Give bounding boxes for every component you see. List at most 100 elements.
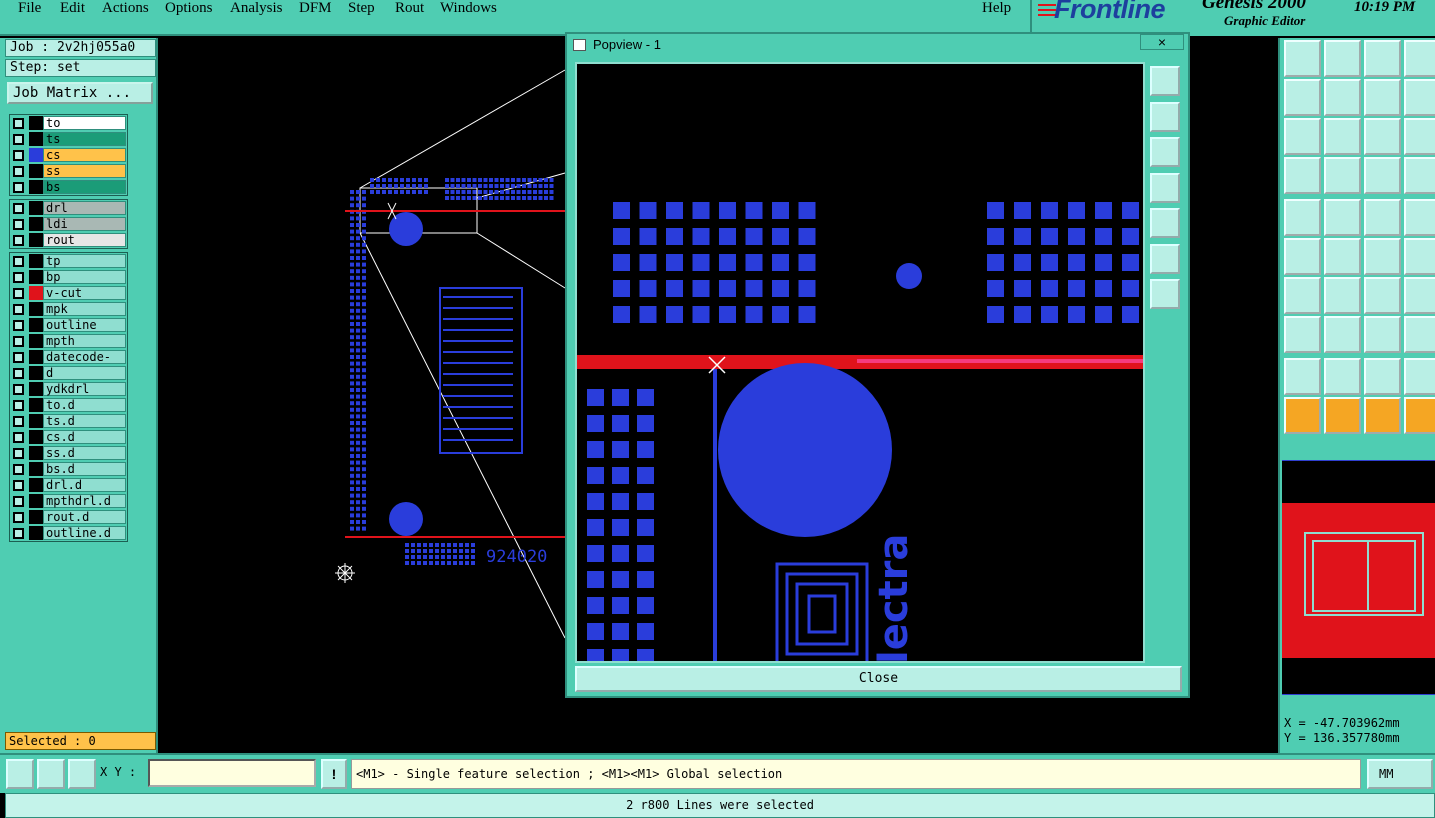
snap-icon[interactable] [6,759,34,789]
layer-checkbox[interactable] [13,432,24,443]
add-pad-icon[interactable] [1284,199,1321,236]
layer-row[interactable]: rout.d [10,509,127,525]
redo-icon[interactable] [1404,79,1435,116]
layer-checkbox[interactable] [13,320,24,331]
snap-pad-icon[interactable] [1284,316,1321,353]
wrench-icon[interactable] [1284,157,1321,194]
popview-close-icon[interactable]: × [1140,34,1184,50]
layer-checkbox[interactable] [13,304,24,315]
arch-icon[interactable] [1364,358,1401,395]
pan-left-icon[interactable] [1150,172,1180,203]
overview-map[interactable] [1282,460,1435,695]
prev-icon[interactable] [1284,79,1321,116]
layer-checkbox[interactable] [13,288,24,299]
layer-name[interactable]: ydkdrl [43,382,126,396]
help-icon[interactable] [1404,118,1435,155]
layer-row[interactable]: to [10,115,127,131]
layer-name[interactable]: bs [43,180,126,194]
fit-icon[interactable] [1150,243,1180,274]
layer-row[interactable]: ss [10,163,127,179]
layer-row[interactable]: rout [10,232,127,248]
next-icon[interactable] [1324,79,1361,116]
layer-name[interactable]: mpth [43,334,126,348]
layer-row[interactable]: v-cut [10,285,127,301]
layer-name[interactable]: d [43,366,126,380]
layer-checkbox[interactable] [13,272,24,283]
layer-checkbox[interactable] [13,368,24,379]
layer-name[interactable]: ss [43,164,126,178]
add-line-icon[interactable] [1324,199,1361,236]
layer-checkbox[interactable] [13,352,24,363]
layer-row[interactable]: drl.d [10,477,127,493]
mirror-icon[interactable] [1404,277,1435,314]
layer-name[interactable]: ts [43,132,126,146]
layer-name[interactable]: ss.d [43,446,126,460]
layer-checkbox[interactable] [13,118,24,129]
menu-file[interactable]: File [18,0,41,18]
menu-windows[interactable]: Windows [440,0,497,18]
copy-icon[interactable] [1404,238,1435,275]
select-alt-icon[interactable] [1324,397,1361,434]
popview-close-button[interactable]: Close [575,666,1182,692]
dot-icon[interactable] [1404,199,1435,236]
layer-row[interactable]: bs.d [10,461,127,477]
xy-input[interactable] [148,759,316,787]
layer-row[interactable]: ydkdrl [10,381,127,397]
triangle-icon[interactable] [1284,358,1321,395]
layer-row[interactable]: to.d [10,397,127,413]
layer-checkbox[interactable] [13,166,24,177]
layer-row[interactable]: ss.d [10,445,127,461]
layer-name[interactable]: cs.d [43,430,126,444]
layer-name[interactable]: drl [43,201,126,215]
fit-view-icon[interactable] [1284,118,1321,155]
layer-name[interactable]: tp [43,254,126,268]
layer-name[interactable]: ts.d [43,414,126,428]
select-box-icon[interactable] [1364,397,1401,434]
layer-row[interactable]: bs [10,179,127,195]
layer-checkbox[interactable] [13,235,24,246]
center-icon[interactable] [1150,279,1180,309]
center-view-icon[interactable] [1324,118,1361,155]
layer-checkbox[interactable] [13,182,24,193]
layer-row[interactable]: outline.d [10,525,127,541]
layer-row[interactable]: mpth [10,333,127,349]
layer-checkbox[interactable] [13,480,24,491]
home-icon[interactable] [1284,40,1321,77]
layer-icon[interactable] [1364,40,1401,77]
group-icon[interactable] [1404,316,1435,353]
layer-name[interactable]: outline.d [43,526,126,540]
layer-checkbox[interactable] [13,336,24,347]
measure-icon[interactable] [37,759,65,789]
layer-checkbox[interactable] [13,384,24,395]
select-icon[interactable] [1284,397,1321,434]
select-net-icon[interactable] [1404,397,1435,434]
layer-row[interactable]: mpthdrl.d [10,493,127,509]
layer-checkbox[interactable] [13,464,24,475]
layer-row[interactable]: ts [10,131,127,147]
layer-row[interactable]: outline [10,317,127,333]
layer-name[interactable]: bp [43,270,126,284]
menu-step[interactable]: Step [348,0,375,18]
menu-rout[interactable]: Rout [395,0,424,18]
layer-checkbox[interactable] [13,512,24,523]
resize-icon[interactable] [1364,316,1401,353]
layer-name[interactable]: cs [43,148,126,162]
layer-checkbox[interactable] [13,256,24,267]
undo-icon[interactable] [1364,79,1401,116]
layer-name[interactable]: to [43,116,126,130]
net-icon[interactable] [1364,157,1401,194]
arch-alt-icon[interactable] [1404,358,1435,395]
layer-row[interactable]: mpk [10,301,127,317]
page-icon[interactable] [1324,40,1361,77]
layer-row[interactable]: bp [10,269,127,285]
layer-row[interactable]: ts.d [10,413,127,429]
minus-icon[interactable] [1324,316,1361,353]
layer-name[interactable]: drl.d [43,478,126,492]
layer-name[interactable]: rout.d [43,510,126,524]
menu-help[interactable]: Help [982,0,1011,18]
zoom-out-icon[interactable] [1150,137,1180,167]
layer-name[interactable]: mpk [43,302,126,316]
layer-checkbox[interactable] [13,400,24,411]
ruler-icon[interactable] [1364,199,1401,236]
menu-analysis[interactable]: Analysis [230,0,283,18]
